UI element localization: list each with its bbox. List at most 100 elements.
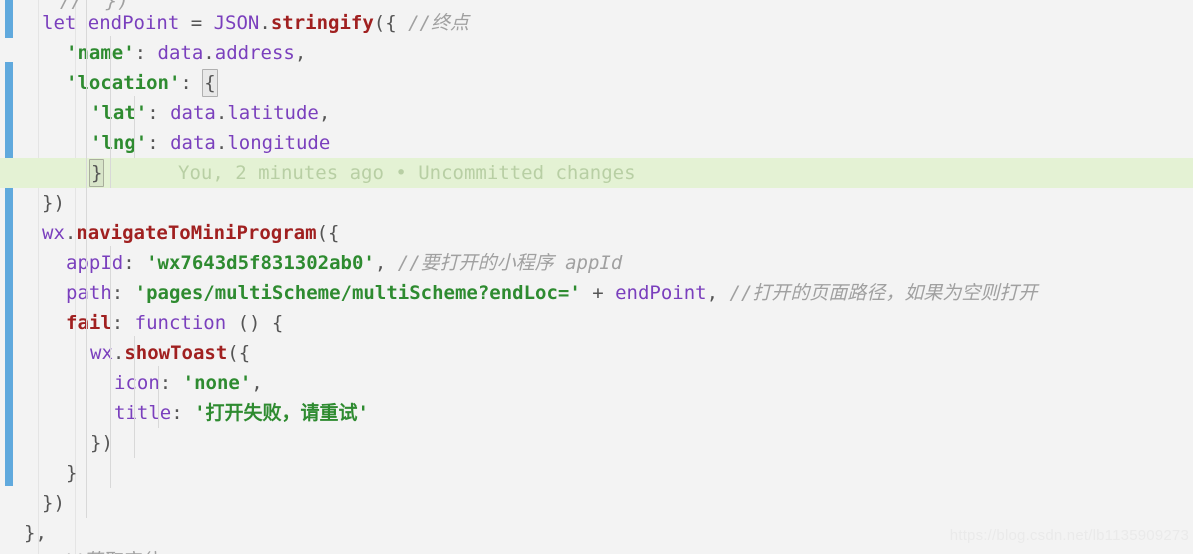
code-line-text: icon: 'none', <box>114 368 263 398</box>
code-token: endPoint <box>615 282 707 304</box>
code-token: = <box>179 12 214 34</box>
code-token: . <box>203 42 215 64</box>
code-token: : <box>180 72 204 94</box>
code-token: navigateToMiniProgram <box>76 222 317 244</box>
code-line-text: 'name': data.address, <box>66 38 306 68</box>
git-blame-annotation[interactable]: You, 2 minutes ago • Uncommitted changes <box>178 158 636 188</box>
code-line[interactable]: 'location': { <box>0 68 1193 98</box>
code-token: stringify <box>270 12 374 34</box>
indent-guide <box>134 336 135 458</box>
code-token: 'location' <box>66 72 181 94</box>
code-token: showToast <box>124 342 228 364</box>
code-line[interactable]: }) <box>0 188 1193 218</box>
code-line[interactable]: fail: function () { <box>0 308 1193 338</box>
code-editor[interactable]: // }) let endPoint = JSON.stringify({ //终… <box>0 0 1193 554</box>
code-token: () { <box>226 312 284 334</box>
code-token: }) <box>42 492 65 514</box>
code-token: latitude <box>227 102 319 124</box>
code-line[interactable]: wx.navigateToMiniProgram({ <box>0 218 1193 248</box>
code-token: : <box>171 402 195 424</box>
code-token: address <box>214 42 295 64</box>
code-token: //获取定位 <box>60 550 159 554</box>
code-token: . <box>215 132 228 154</box>
code-line-text: 'location': { <box>66 68 218 98</box>
code-token: 'pages/multiScheme/multiScheme?endLoc=' <box>134 282 581 304</box>
code-token: 'wx7643d5f831302ab0' <box>146 252 375 274</box>
code-token: ({ <box>316 222 340 244</box>
code-content-area[interactable]: // }) let endPoint = JSON.stringify({ //终… <box>0 0 1193 554</box>
indent-guide <box>158 366 159 428</box>
code-token: '打开失败，请重试' <box>194 402 369 424</box>
code-line-text: } <box>89 158 105 188</box>
code-token: icon <box>114 372 160 394</box>
code-line-text: appId: 'wx7643d5f831302ab0', //要打开的小程序 a… <box>66 248 622 278</box>
code-token: wx <box>42 222 65 244</box>
code-token: . <box>64 222 77 244</box>
code-line[interactable]: } You, 2 minutes ago • Uncommitted change… <box>0 158 1193 188</box>
code-token: 'name' <box>66 42 135 64</box>
code-line[interactable]: path: 'pages/multiScheme/multiScheme?end… <box>0 278 1193 308</box>
code-line-text: fail: function () { <box>66 308 283 338</box>
code-token: : <box>123 252 147 274</box>
code-line-text: path: 'pages/multiScheme/multiScheme?end… <box>66 278 1037 308</box>
code-token: //要打开的小程序 appId <box>397 252 623 274</box>
code-line[interactable]: }) <box>0 428 1193 458</box>
code-line[interactable]: }) <box>0 488 1193 518</box>
code-line[interactable]: title: '打开失败，请重试' <box>0 398 1193 428</box>
code-token: } <box>66 462 78 484</box>
code-line[interactable]: wx.showToast({ <box>0 338 1193 368</box>
code-token: . <box>112 342 125 364</box>
code-token: : <box>147 102 171 124</box>
code-line-text: }) <box>42 488 65 518</box>
code-line[interactable]: 'lat': data.latitude, <box>0 98 1193 128</box>
code-line[interactable]: //获取定位 <box>0 546 1193 554</box>
code-token: : <box>134 42 158 64</box>
code-token: }, <box>24 522 47 544</box>
code-token: } <box>89 159 105 187</box>
code-token: . <box>215 102 228 124</box>
code-line-text: } <box>66 458 77 488</box>
code-line[interactable]: icon: 'none', <box>0 368 1193 398</box>
code-line[interactable]: 'lng': data.longitude <box>0 128 1193 158</box>
code-line[interactable]: } <box>0 458 1193 488</box>
code-token: ({ <box>373 12 409 34</box>
code-line-text: wx.showToast({ <box>90 338 250 368</box>
code-token: + <box>580 282 616 304</box>
code-token: 'lat' <box>90 102 148 124</box>
indent-guide <box>110 36 111 188</box>
code-line[interactable]: let endPoint = JSON.stringify({ //终点 <box>0 8 1193 38</box>
code-line[interactable]: appId: 'wx7643d5f831302ab0', //要打开的小程序 a… <box>0 248 1193 278</box>
code-line-text: let endPoint = JSON.stringify({ //终点 <box>42 8 469 38</box>
code-token: let <box>42 12 88 34</box>
code-token: : <box>159 372 183 394</box>
code-token: data <box>170 102 216 124</box>
code-token: ({ <box>227 342 251 364</box>
code-token: , <box>294 42 307 64</box>
code-token: . <box>259 12 271 34</box>
code-token: fail <box>66 312 112 334</box>
code-token: //终点 <box>408 12 469 34</box>
indent-guide <box>86 0 87 518</box>
code-token: endPoint <box>87 12 180 34</box>
code-line-text: }) <box>42 188 65 218</box>
code-token: data <box>170 132 216 154</box>
code-line-text: 'lng': data.longitude <box>90 128 330 158</box>
code-token: function <box>134 312 227 334</box>
code-token: : <box>111 282 135 304</box>
indent-guide <box>134 96 135 158</box>
code-line-text: 'lat': data.latitude, <box>90 98 330 128</box>
code-token: , <box>374 252 398 274</box>
code-line-text: //获取定位 <box>60 546 159 554</box>
code-line-text: title: '打开失败，请重试' <box>114 398 369 428</box>
code-line[interactable]: 'name': data.address, <box>0 38 1193 68</box>
code-token: data <box>157 42 204 64</box>
code-line-text: }, <box>24 518 47 548</box>
code-token: JSON <box>213 12 260 34</box>
code-token: longitude <box>227 132 331 154</box>
code-token: , <box>251 372 263 394</box>
code-token: 'none' <box>182 372 252 394</box>
code-token: appId <box>66 252 124 274</box>
code-token: , <box>706 282 730 304</box>
code-token: : <box>147 132 171 154</box>
indent-guide <box>110 246 111 488</box>
